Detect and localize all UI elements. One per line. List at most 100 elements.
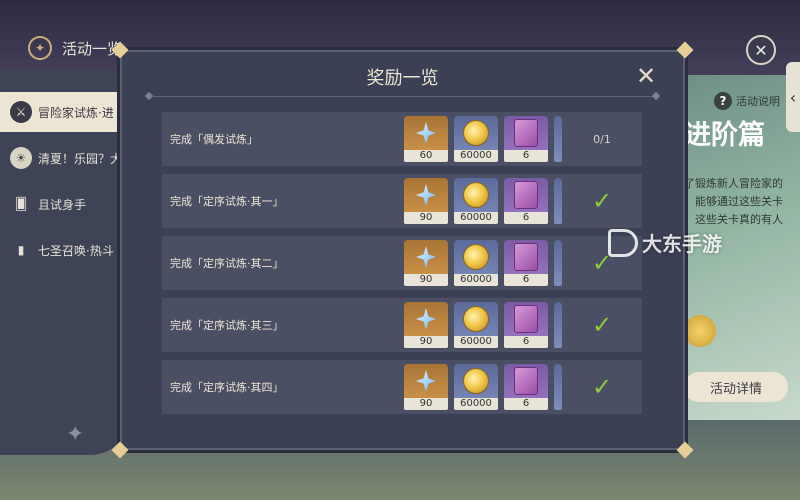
primogem-icon [416,308,436,330]
event-icon: ☀ [10,147,32,169]
reward-row: 完成「定序试炼·其三」 90 60000 6 ✓ [162,298,642,352]
book-item[interactable]: 6 [504,364,548,410]
reward-status: ✓ [582,174,622,228]
sidebar-item-label: 且试身手 [38,197,87,212]
mora-coin-icon [463,120,489,146]
reward-status: 0/1 [582,112,622,166]
book-item[interactable]: 6 [504,302,548,348]
card-icon: ▮ [17,243,25,257]
book-item[interactable]: 6 [504,240,548,286]
event-details-button[interactable]: 活动详情 [684,372,788,402]
watermark-logo-icon [608,228,638,257]
event-description: 了锻炼新人冒险家的 ，能够通过这些关卡 ，这些关卡真的有人 [684,175,792,229]
item-quantity: 6 [504,212,548,224]
event-title: 进阶篇 [684,120,765,151]
reward-row-label: 完成「定序试炼·其四」 [170,381,284,394]
sidebar-item-label: 七圣召唤·热斗 [38,243,114,258]
partial-item [554,302,562,348]
mora-item[interactable]: 60000 [454,302,498,348]
item-quantity: 60000 [454,336,498,348]
item-quantity: 90 [404,274,448,286]
reward-row-label: 完成「定序试炼·其二」 [170,257,284,270]
question-icon: ? [714,92,732,110]
item-quantity: 60000 [454,150,498,162]
item-quantity: 6 [504,274,548,286]
desc-line: 了锻炼新人冒险家的 [684,177,783,190]
desc-line: ，能够通过这些关卡 [684,195,783,208]
mora-coin-icon [463,306,489,332]
item-quantity: 60000 [454,274,498,286]
sidebar-item-summer-paradise[interactable]: ☀ 清夏！乐园？大 [0,138,130,178]
item-quantity: 90 [404,212,448,224]
rewards-modal: 奖励一览 ✕ 完成「偶发试炼」 60 60000 6 0/1 完成「定序试炼·其… [111,41,694,459]
sidebar-item-label: 清夏！乐园？大 [38,151,123,166]
mora-item[interactable]: 60000 [454,116,498,162]
help-label: 活动说明 [736,95,780,108]
modal-title: 奖励一览 [366,68,439,89]
item-quantity: 90 [404,398,448,410]
close-icon[interactable]: ✕ [636,62,656,90]
star-decoration-icon: ✦ [66,422,85,447]
reward-row-label: 完成「定序试炼·其一」 [170,195,284,208]
sidebar-item-test-run[interactable]: 🂠 且试身手 [0,184,130,224]
primogem-item[interactable]: 90 [404,240,448,286]
check-icon: ✓ [591,311,613,339]
reward-status: ✓ [582,360,622,414]
heros-wit-book-icon [514,181,538,209]
primogem-icon [416,122,436,144]
mora-item[interactable]: 60000 [454,364,498,410]
activity-sidebar: ⚔ 冒险家试炼·进 ☀ 清夏！乐园？大 🂠 且试身手 ▮ 七圣召唤·热斗 ✦ [0,70,130,455]
primogem-item[interactable]: 90 [404,302,448,348]
item-quantity: 6 [504,150,548,162]
title-divider [150,96,655,97]
primogem-icon [416,246,436,268]
reward-row: 完成「定序试炼·其一」 90 60000 6 ✓ [162,174,642,228]
reward-status: ✓ [582,298,622,352]
item-quantity: 6 [504,336,548,348]
reward-row: 完成「定序试炼·其二」 90 60000 6 ✓ [162,236,642,290]
help-link[interactable]: ? 活动说明 [714,92,780,110]
sidebar-item-tcg[interactable]: ▮ 七圣召唤·热斗 [0,230,130,270]
mora-coin-icon [463,182,489,208]
check-icon: ✓ [591,373,613,401]
progress-text: 0/1 [593,132,611,146]
heros-wit-book-icon [514,243,538,271]
primogem-icon [416,370,436,392]
reward-row-label: 完成「偶发试炼」 [170,133,258,146]
mora-coin-icon [684,315,716,347]
check-icon: ✓ [591,187,613,215]
partial-item [554,364,562,410]
close-icon[interactable]: ✕ [746,35,776,65]
mora-item[interactable]: 60000 [454,240,498,286]
heros-wit-book-icon [514,367,538,395]
primogem-item[interactable]: 90 [404,178,448,224]
heros-wit-book-icon [514,305,538,333]
primogem-item[interactable]: 60 [404,116,448,162]
watermark: 大东手游 [608,228,722,257]
compass-icon: ✦ [28,36,52,60]
desc-line: ，这些关卡真的有人 [684,213,783,226]
item-quantity: 60000 [454,398,498,410]
collapse-panel-tab[interactable]: ‹ [786,62,800,132]
book-item[interactable]: 6 [504,178,548,224]
book-item[interactable]: 6 [504,116,548,162]
cards-icon: 🂠 [14,197,28,211]
item-quantity: 6 [504,398,548,410]
mora-item[interactable]: 60000 [454,178,498,224]
reward-row-label: 完成「定序试炼·其三」 [170,319,284,332]
sidebar-item-adventurer-trials[interactable]: ⚔ 冒险家试炼·进 [0,92,130,132]
primogem-icon [416,184,436,206]
primogem-item[interactable]: 90 [404,364,448,410]
item-quantity: 60000 [454,212,498,224]
item-quantity: 60 [404,150,448,162]
reward-row: 完成「偶发试炼」 60 60000 6 0/1 [162,112,642,166]
partial-item [554,178,562,224]
page-header: ✦ 活动一览 [28,36,122,60]
reward-row: 完成「定序试炼·其四」 90 60000 6 ✓ [162,360,642,414]
mora-coin-icon [463,244,489,270]
item-quantity: 90 [404,336,448,348]
partial-item [554,116,562,162]
watermark-text: 大东手游 [642,232,722,256]
heros-wit-book-icon [514,119,538,147]
swords-icon: ⚔ [10,101,32,123]
